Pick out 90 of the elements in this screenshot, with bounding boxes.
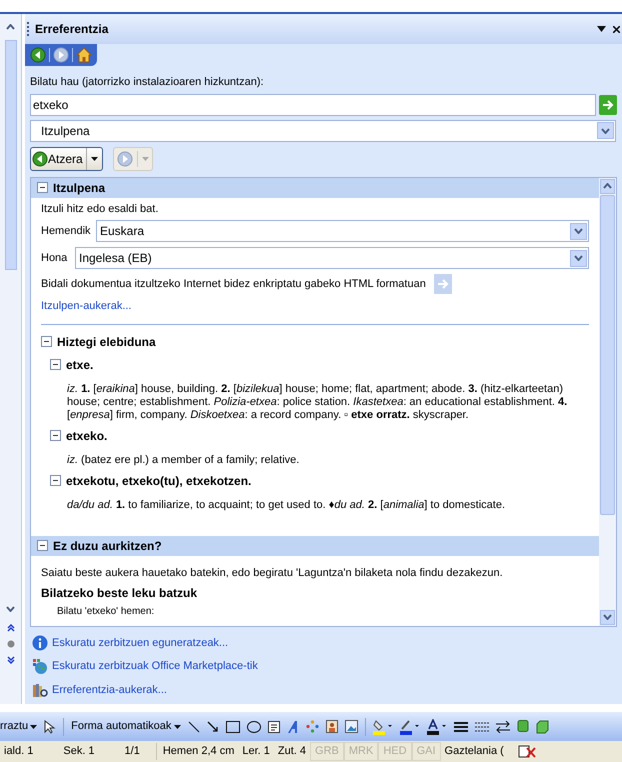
collapse-icon[interactable] <box>50 359 61 370</box>
entry-headword: etxeko. <box>66 428 108 444</box>
status-item: GAI <box>412 742 441 761</box>
section-title: Itzulpena <box>53 180 106 196</box>
scroll-up-icon[interactable] <box>600 178 615 194</box>
entry-definition: iz. 1. [eraikina] house, building. 2. [bizilekua] house; home; flat, apartment; abode. 3. (hitz-elkarteetan) house; centre; establishment. Polizia-etxea: police station. Ikastetxea: an educational establishment. 4. [enpresa] firm, company. Diskoetxea: a record company. ▫ etxe orratz. skyscraper. <box>66 382 568 422</box>
pane-link[interactable]: Eskuratu zerbitzuen eguneratzeak... <box>52 634 228 651</box>
arrow-right-icon <box>602 98 614 110</box>
to-label: Hona <box>41 250 68 266</box>
draw-menu-button[interactable]: rraztu <box>0 718 38 735</box>
pane-link[interactable]: Eskuratu zerbitzuak Office Marketplace-tik <box>52 658 258 674</box>
status-item: Ler. 1 <box>241 744 271 760</box>
status-item: Zut. 4 <box>276 744 308 760</box>
books-icon <box>32 682 48 698</box>
go-button[interactable] <box>599 94 617 114</box>
document-scrollbar[interactable] <box>0 14 22 704</box>
dictionary-title: Hiztegi elebiduna <box>57 334 156 350</box>
caret-icon <box>142 156 149 160</box>
caret-icon <box>90 156 98 160</box>
next-page-icon[interactable] <box>6 656 14 664</box>
arrow-right-icon <box>436 278 449 290</box>
caret-icon <box>174 724 182 728</box>
globe-icon <box>32 658 48 674</box>
search-label: Bilatu hau (jatorrizko instalazioaren hizkuntzan): <box>30 75 265 90</box>
section-title: Ez duzu aurkitzen? <box>53 538 162 554</box>
status-item: MRK <box>344 742 378 761</box>
line-color-icon[interactable] <box>400 718 420 734</box>
from-language-dropdown[interactable]: Euskara <box>96 220 589 242</box>
search-field[interactable]: etxeko <box>30 94 596 116</box>
status-item: iald. 1 <box>3 744 34 760</box>
collapse-icon[interactable] <box>41 336 52 347</box>
results-scrollbar[interactable] <box>599 178 616 626</box>
clip-art-icon[interactable] <box>326 720 338 733</box>
pointer-icon[interactable] <box>44 720 56 734</box>
wordart-icon[interactable] <box>287 720 300 734</box>
diagram-icon[interactable] <box>306 720 320 733</box>
three-d-icon[interactable] <box>536 720 550 734</box>
status-item: HED <box>378 742 412 761</box>
line-style-icon[interactable] <box>454 720 468 732</box>
caret-icon <box>30 724 38 728</box>
pane-menu-icon[interactable] <box>597 26 606 32</box>
entry-headword: etxe. <box>66 356 94 374</box>
entry-definition: iz. (batez ere pl.) a member of a family; relative. <box>66 454 300 466</box>
oval-icon[interactable] <box>247 720 262 732</box>
shadow-icon[interactable] <box>517 720 530 733</box>
fill-color-icon[interactable] <box>373 718 394 734</box>
collapse-icon[interactable] <box>37 540 48 551</box>
status-item: GRB <box>310 742 344 761</box>
image-icon[interactable] <box>345 720 358 733</box>
status-item: Hemen 2,4 cm <box>156 743 238 760</box>
browse-object-icon[interactable] <box>6 640 14 648</box>
arrow-style-icon[interactable] <box>496 720 510 732</box>
entry-definition: da/du ad. 1. to familiarize, to acquaint; to get used to. ♦du ad. 2. [animalia] to domesticate. <box>66 498 506 512</box>
section-header[interactable]: Itzulpena <box>31 178 599 198</box>
section-header[interactable]: Ez duzu aurkitzen? <box>31 536 599 556</box>
close-icon[interactable] <box>613 26 620 32</box>
pane-link[interactable]: Erreferentzia-aukerak... <box>52 682 167 698</box>
collapse-icon[interactable] <box>50 475 61 486</box>
collapse-icon[interactable] <box>37 182 48 193</box>
service-dropdown[interactable]: Itzulpena <box>30 120 616 142</box>
from-label: Hemendik <box>41 224 92 239</box>
back-button[interactable]: Atzera <box>30 146 103 170</box>
search-elsewhere-text: Bilatu 'etxeko' hemen: <box>56 605 156 619</box>
back-icon[interactable] <box>30 47 46 63</box>
font-color-icon[interactable] <box>427 718 448 734</box>
entry-headword: etxekotu, etxeko(tu), etxekotzen. <box>66 472 252 490</box>
status-item: Sek. 1 <box>62 744 96 760</box>
spelling-status-icon <box>518 745 536 758</box>
dash-style-icon[interactable] <box>475 720 490 732</box>
text-box-icon[interactable] <box>268 720 280 732</box>
scroll-thumb[interactable] <box>4 40 16 270</box>
scroll-down-icon[interactable] <box>600 610 615 624</box>
translation-options-link[interactable]: Itzulpen-aukerak... <box>41 298 132 314</box>
rectangle-icon[interactable] <box>226 720 240 732</box>
scroll-thumb[interactable] <box>600 194 615 514</box>
status-item: Gaztelania ( <box>444 744 505 760</box>
status-item: 1/1 <box>124 744 141 760</box>
collapse-icon[interactable] <box>50 430 61 441</box>
info-icon <box>32 634 48 651</box>
send-document-text: Bidali dokumentua itzultzeko Internet bidez enkriptatu gabeko HTML formatuan <box>41 276 426 292</box>
line-icon[interactable] <box>188 720 200 732</box>
intro-text: Itzuli hitz edo esaldi bat. <box>41 202 160 216</box>
to-language-dropdown[interactable]: Ingelesa (EB) <box>75 247 589 269</box>
arrow-icon[interactable] <box>207 720 220 732</box>
subsection-title: Bilatzeko beste leku batzuk <box>41 585 198 602</box>
pane-title: Erreferentzia <box>35 21 108 38</box>
autoshapes-button[interactable]: Forma automatikoak <box>71 718 182 735</box>
help-text: Saiatu beste aukera hauetako batekin, edo begiratu 'Laguntza'n bilaketa nola findu dezakezun. <box>41 566 504 580</box>
home-icon[interactable] <box>76 47 92 63</box>
previous-page-icon[interactable] <box>6 624 14 632</box>
